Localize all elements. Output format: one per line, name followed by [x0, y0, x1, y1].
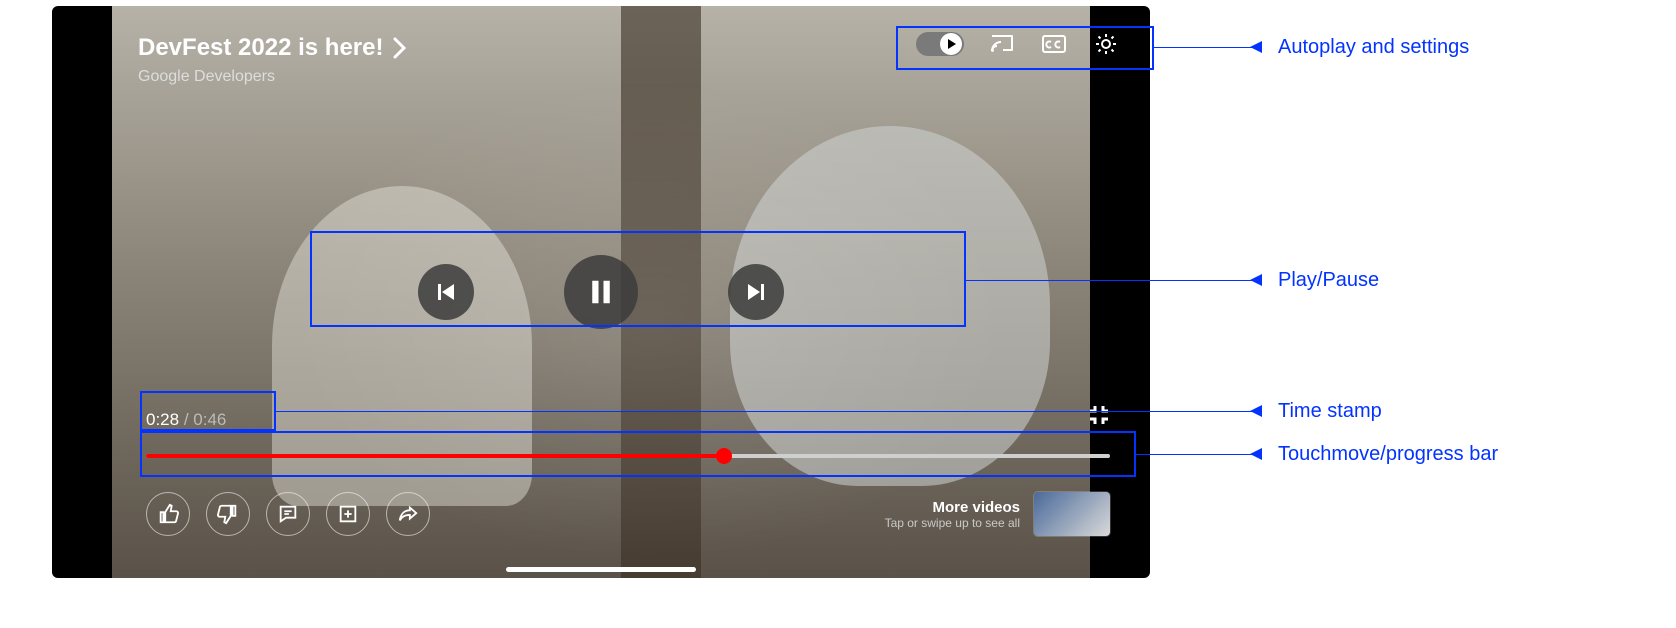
- exit-fullscreen-button[interactable]: [1088, 404, 1110, 431]
- autoplay-toggle[interactable]: [916, 32, 964, 56]
- comment-button[interactable]: [266, 492, 310, 536]
- captions-icon[interactable]: [1040, 30, 1068, 58]
- duration: 0:46: [193, 410, 226, 429]
- next-button[interactable]: [728, 264, 784, 320]
- pause-button[interactable]: [564, 255, 638, 329]
- video-title: DevFest 2022 is here!: [138, 34, 383, 62]
- home-indicator[interactable]: [506, 567, 696, 572]
- video-title-row[interactable]: DevFest 2022 is here!: [138, 34, 407, 62]
- top-controls: [916, 30, 1120, 58]
- progress-played: [146, 454, 724, 458]
- more-videos-title: More videos: [885, 499, 1020, 516]
- center-controls: [418, 255, 784, 329]
- cast-icon[interactable]: [988, 30, 1016, 58]
- annotation-label: Time stamp: [1278, 400, 1382, 423]
- progress-thumb[interactable]: [716, 448, 732, 464]
- channel-name[interactable]: Google Developers: [138, 68, 275, 86]
- more-videos[interactable]: More videos Tap or swipe up to see all: [885, 492, 1110, 536]
- share-button[interactable]: [386, 492, 430, 536]
- progress-bar[interactable]: [146, 454, 1110, 458]
- timestamp: 0:28 / 0:46: [146, 410, 226, 430]
- save-button[interactable]: [326, 492, 370, 536]
- action-row: [146, 492, 430, 536]
- video-player: DevFest 2022 is here! Google Developers: [52, 6, 1150, 578]
- annotation-label: Play/Pause: [1278, 269, 1379, 292]
- dislike-button[interactable]: [206, 492, 250, 536]
- settings-gear-icon[interactable]: [1092, 30, 1120, 58]
- like-button[interactable]: [146, 492, 190, 536]
- annotation-label: Touchmove/progress bar: [1278, 443, 1498, 466]
- more-videos-subtitle: Tap or swipe up to see all: [885, 516, 1020, 530]
- more-videos-thumbnail: [1034, 492, 1110, 536]
- current-time: 0:28: [146, 410, 179, 429]
- chevron-right-icon: [393, 37, 407, 59]
- annotation-label: Autoplay and settings: [1278, 36, 1469, 59]
- previous-button[interactable]: [418, 264, 474, 320]
